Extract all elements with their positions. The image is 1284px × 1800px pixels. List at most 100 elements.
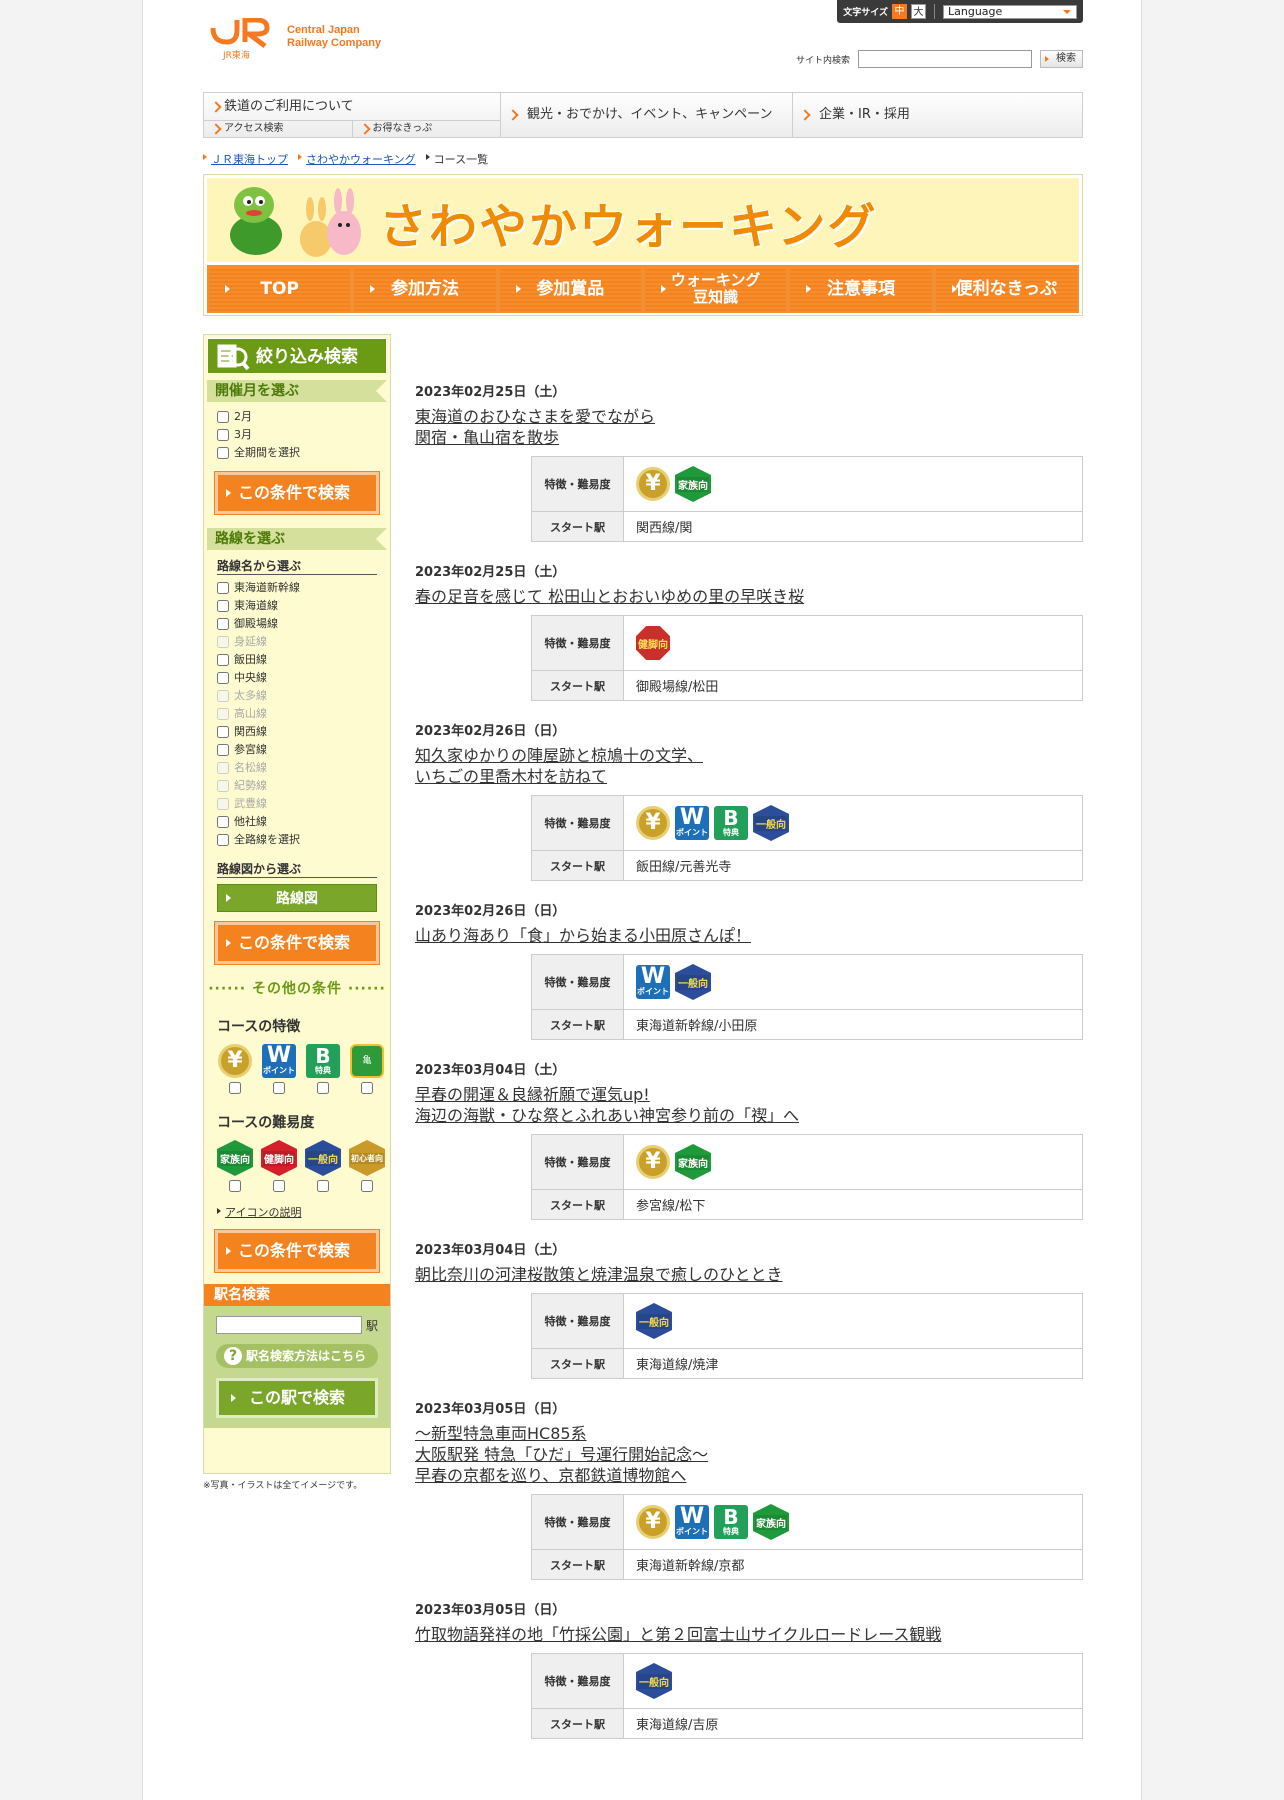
walking-nav-tips[interactable]: ウォーキング豆知識 [642,265,789,313]
line-checkbox[interactable]: 全路線を選択 [207,831,387,849]
course-title-link[interactable]: 山あり海あり「食」から始まる小田原さんぽ！ [415,925,1083,946]
page: JR東海 Central Japan Railway Company 文字サイズ … [142,0,1142,1800]
feature-label: 特徴・難易度 [532,1135,624,1189]
b-benefit-icon: B 特典 [714,806,748,840]
month-list: 2月 3月 全期間を選択 [207,402,387,462]
text-size-large-button[interactable]: 大 [911,4,926,19]
other-conditions-title: ······ その他の条件 ······ [208,981,386,997]
course-date: 2023年03月05日（日） [415,1402,566,1417]
company-name: Central Japan Railway Company [287,24,382,49]
course-info-table: 特徴・難易度 ¥ W ポイント B 特典 一般向 スタート駅 飯田線/元善光寺 [531,795,1083,881]
station-search-title: 駅名検索 [204,1284,390,1306]
kame-mascot-icon: 亀 [350,1044,384,1078]
utility-bar: 文字サイズ 中 大 Language [837,0,1083,23]
feature-kame-checkbox[interactable] [361,1082,373,1094]
course-item: 2023年03月04日（土） 朝比奈川の河津桜散策と焼津温泉で癒しのひととき 特徴・… [415,1242,1083,1379]
station-help-link[interactable]: 駅名検索方法はこちら [216,1344,378,1368]
search-by-month-button[interactable]: この条件で検索 [214,471,380,515]
difficulty-beginner-checkbox[interactable] [361,1180,373,1192]
by-line-name-title: 路線名から選ぶ [217,558,377,575]
feature-b-checkbox[interactable] [317,1082,329,1094]
search-by-condition-button[interactable]: この条件で検索 [214,1229,380,1273]
start-label: スタート駅 [532,1709,624,1738]
feature-title: コースの特徴 [217,1019,301,1035]
health-icon: 健脚向 [636,626,670,660]
line-checkbox[interactable]: 他社線 [207,813,387,831]
text-size-medium-button[interactable]: 中 [892,4,907,19]
walking-nav-prizes[interactable]: 参加賞品 [497,265,643,313]
general-icon: 一般向 [753,805,789,841]
month-checkbox-feb[interactable]: 2月 [207,408,387,426]
w-point-icon: W ポイント [675,806,709,840]
site-search-button[interactable]: 検索 [1040,50,1083,68]
start-station: 参宮線/松下 [636,1199,706,1214]
route-map-button[interactable]: 路線図 [217,884,377,912]
feature-label: 特徴・難易度 [532,616,624,670]
course-title-link[interactable]: ～新型特急車両HC85系 大阪駅発 特急「ひだ」号運行開始記念～ 早春の京都を巡り、… [415,1423,1083,1486]
feature-yen-checkbox[interactable] [229,1082,241,1094]
icon-explanation-link[interactable]: アイコンの説明 [207,1204,387,1220]
breadcrumb-walking[interactable]: さわやかウォーキング [298,151,416,167]
course-item: 2023年02月25日（土） 東海道のおひなさまを愛でながら 関宿・亀山宿を散歩 特徴… [415,384,1083,542]
line-checkbox[interactable]: 東海道線 [207,597,387,615]
walking-nav-how-to-join[interactable]: 参加方法 [352,265,498,313]
course-title-link[interactable]: 朝比奈川の河津桜散策と焼津温泉で癒しのひととき [415,1264,1083,1285]
search-by-station-button[interactable]: この駅で検索 [216,1378,378,1418]
course-title-link[interactable]: 知久家ゆかりの陣屋跡と椋鳩十の文学、 いちごの里喬木村を訪ねて [415,745,1083,787]
start-station: 東海道線/焼津 [636,1358,719,1373]
course-title-link[interactable]: 早春の開運＆良縁祈願で運気up! 海辺の海獣・ひな祭とふれあい神宮参り前の「禊」へ [415,1084,1083,1126]
difficulty-general-checkbox[interactable] [317,1180,329,1192]
course-date: 2023年03月04日（土） [415,1063,566,1078]
gnav-railway[interactable]: 鉄道のご利用について [204,93,500,121]
month-checkbox-mar[interactable]: 3月 [207,426,387,444]
family-icon: 家族向 [217,1140,253,1176]
line-checkbox[interactable]: 御殿場線 [207,615,387,633]
magnifier-icon [217,344,250,371]
gnav-corporate[interactable]: 企業・IR・採用 [793,93,1082,137]
difficulty-health-checkbox[interactable] [273,1180,285,1192]
walking-nav-notes[interactable]: 注意事項 [788,265,934,313]
line-checkbox[interactable]: 関西線 [207,723,387,741]
feature-label: 特徴・難易度 [532,457,624,511]
walking-nav: TOP 参加方法 参加賞品 ウォーキング豆知識 注意事項 便利なきっぷ [207,263,1079,313]
gnav-tourism[interactable]: 観光・おでかけ、イベント、キャンペーン [501,93,793,137]
course-title-link[interactable]: 東海道のおひなさまを愛でながら 関宿・亀山宿を散歩 [415,406,1083,448]
search-by-line-button[interactable]: この条件で検索 [214,921,380,965]
feature-w-checkbox[interactable] [273,1082,285,1094]
line-checkbox: 武豊線 [207,795,387,813]
course-item: 2023年03月05日（日） 竹取物語発祥の地「竹採公園」と第２回富士山サイクルロ… [415,1602,1083,1739]
walking-nav-tickets[interactable]: 便利なきっぷ [933,265,1079,313]
station-input[interactable] [216,1316,362,1334]
by-map-title: 路線図から選ぶ [217,861,377,878]
feature-filter-row: ¥ W ポイント B 特典 亀 [207,1044,387,1094]
site-search-input[interactable] [858,50,1032,68]
walking-nav-top[interactable]: TOP [207,265,353,313]
line-checkbox[interactable]: 飯田線 [207,651,387,669]
general-icon: 一般向 [305,1140,341,1176]
banner-title: さわやかウォーキング [379,199,878,255]
start-station: 東海道新幹線/小田原 [636,1019,758,1034]
month-checkbox-all[interactable]: 全期間を選択 [207,444,387,462]
start-label: スタート駅 [532,512,624,541]
site-search-label: サイト内検索 [795,55,850,66]
difficulty-family-checkbox[interactable] [229,1180,241,1192]
feature-icons: W ポイント 一般向 [624,955,1082,1009]
line-checkbox[interactable]: 中央線 [207,669,387,687]
line-checkbox: 身延線 [207,633,387,651]
line-checkbox[interactable]: 参宮線 [207,741,387,759]
line-checkbox[interactable]: 東海道新幹線 [207,579,387,597]
language-select[interactable]: Language [943,4,1077,19]
feature-icons: ¥ 家族向 [624,457,1082,511]
gnav-tickets[interactable]: お得なきっぷ [351,121,501,137]
breadcrumb-home[interactable]: ＪＲ東海トップ [203,151,288,167]
course-title-link[interactable]: 竹取物語発祥の地「竹採公園」と第２回富士山サイクルロードレース観戦 [415,1624,1083,1645]
feature-icons: ¥ W ポイント B 特典 一般向 [624,796,1082,850]
feature-label: 特徴・難易度 [532,955,624,1009]
course-title-link[interactable]: 春の足音を感じて 松田山とおおいゆめの里の早咲き桜 [415,586,1083,607]
difficulty-filter-row: 家族向 健脚向 一般向 初心者向 [207,1140,387,1192]
line-checkbox: 高山線 [207,705,387,723]
jr-central-logo[interactable]: JR東海 Central Japan Railway Company [209,18,409,62]
line-checkbox: 名松線 [207,759,387,777]
gnav-access-search[interactable]: アクセス検索 [204,121,352,137]
start-label: スタート駅 [532,1010,624,1039]
